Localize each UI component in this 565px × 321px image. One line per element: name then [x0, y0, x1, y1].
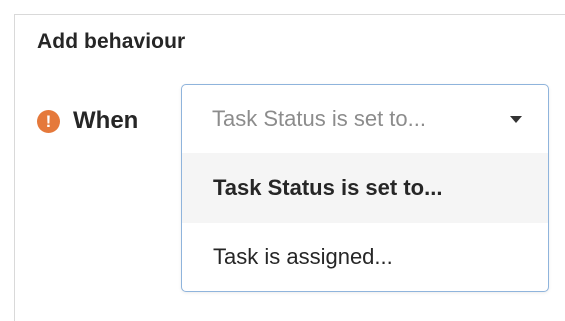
when-row: ! When — [37, 107, 138, 135]
panel-title: Add behaviour — [37, 30, 186, 53]
trigger-select-value: Task Status is set to... — [212, 106, 426, 131]
trigger-select[interactable]: Task Status is set to... — [182, 85, 548, 153]
option-task-assigned[interactable]: Task is assigned... — [182, 223, 548, 291]
when-label: When — [73, 107, 139, 134]
caret-down-icon[interactable] — [510, 116, 522, 123]
option-task-status-set[interactable]: Task Status is set to... — [182, 153, 548, 223]
trigger-dropdown[interactable]: Task Status is set to... Task Status is … — [181, 84, 549, 292]
exclamation-circle-icon: ! — [37, 109, 60, 133]
